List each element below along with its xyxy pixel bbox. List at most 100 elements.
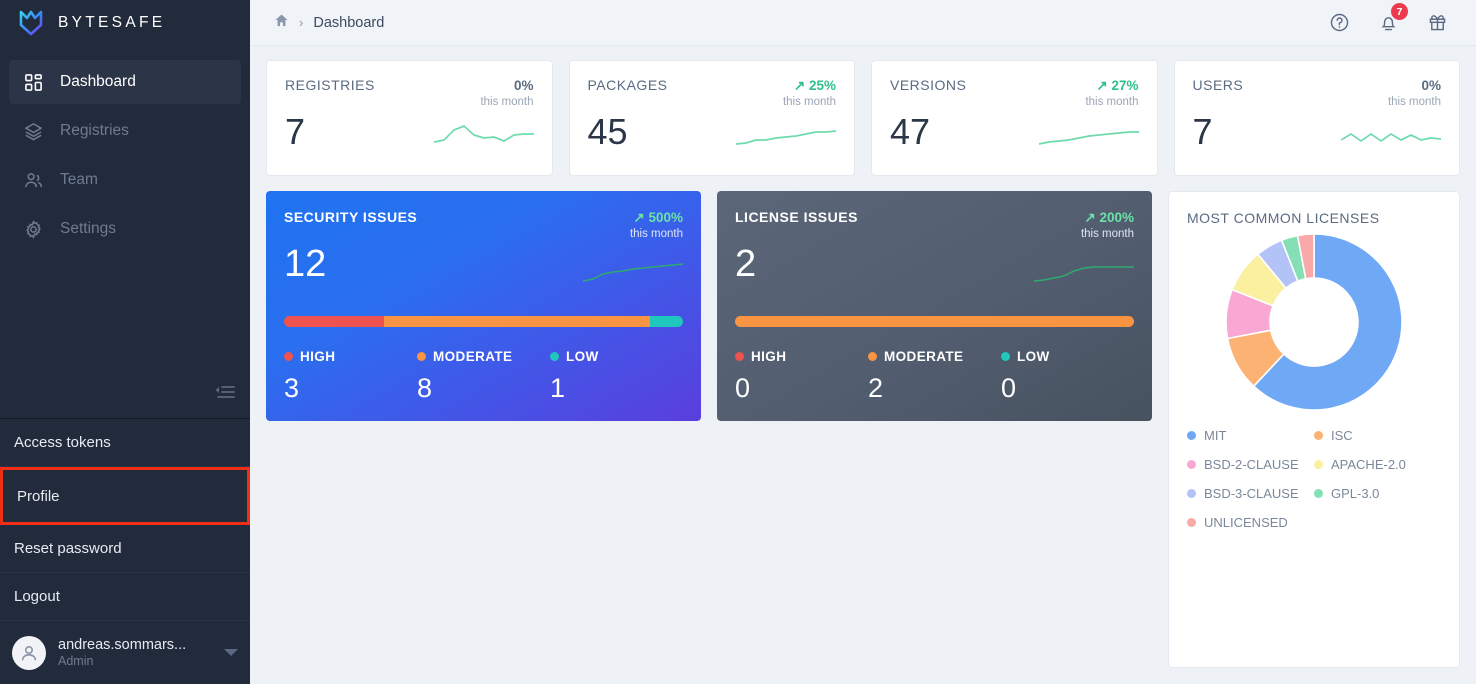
severity-bar-segment: [383, 315, 650, 327]
card-title: LICENSE ISSUES: [735, 209, 858, 225]
stat-title: VERSIONS: [890, 77, 967, 93]
severity-low: LOW 0: [1001, 349, 1134, 404]
legend-dot-icon: [1314, 431, 1323, 440]
severity-dot-icon: [284, 351, 293, 361]
person-avatar-icon: [12, 635, 46, 670]
stat-body: 7: [1193, 112, 1441, 152]
severity-count: 2: [868, 372, 884, 403]
legend-dot-icon: [1187, 518, 1196, 527]
legend-label: BSD-3-CLAUSE: [1204, 486, 1299, 501]
stat-sub: this month: [1085, 96, 1139, 108]
legend-label: UNLICENSED: [1204, 515, 1288, 530]
severity-count: 0: [735, 372, 751, 403]
stat-card-registries[interactable]: REGISTRIES 0% this month 7: [266, 60, 553, 176]
stat-pct: ↗ 27%: [1096, 78, 1139, 93]
help-circle-icon[interactable]: [1329, 12, 1350, 33]
sidebar-item-label: Team: [60, 171, 98, 188]
legend-item[interactable]: GPL-3.0: [1314, 486, 1441, 501]
brand[interactable]: BYTESAFE: [0, 0, 250, 46]
legend-label: MIT: [1204, 428, 1227, 443]
menu-item-profile[interactable]: Profile: [0, 467, 250, 525]
legend-item[interactable]: BSD-3-CLAUSE: [1187, 486, 1314, 501]
sidebar: BYTESAFE Dashboard Registries Team Setti…: [0, 0, 250, 684]
home-icon[interactable]: [274, 13, 289, 33]
sparkline-chart: [1034, 265, 1134, 282]
legend-dot-icon: [1187, 460, 1196, 469]
issue-pct: ↗ 500%: [633, 210, 683, 225]
brand-name: BYTESAFE: [58, 14, 166, 31]
bytesafe-logo-icon: [18, 10, 44, 36]
stat-sub: this month: [782, 96, 836, 108]
severity-label: MODERATE: [417, 349, 550, 364]
menu-item-label: Access tokens: [14, 434, 111, 451]
issue-delta: ↗ 500% this month: [630, 209, 683, 240]
severity-count: 0: [1001, 372, 1017, 403]
breadcrumb-separator: ›: [299, 15, 304, 30]
sidebar-item-settings[interactable]: Settings: [9, 207, 241, 251]
breadcrumb: › Dashboard: [274, 13, 384, 33]
user-role: Admin: [58, 654, 94, 668]
sidebar-item-dashboard[interactable]: Dashboard: [9, 60, 241, 104]
donut-svg: [1225, 233, 1403, 411]
sparkline-chart: [583, 262, 683, 282]
collapse-sidebar-button[interactable]: [210, 382, 240, 408]
bell-icon[interactable]: 7: [1378, 3, 1408, 33]
stat-body: 45: [587, 111, 836, 152]
stat-head: PACKAGES ↗ 25% this month: [588, 77, 837, 108]
card-title: SECURITY ISSUES: [284, 209, 418, 225]
chart-legend: MIT ISC BSD-2-CLAUSE APACHE-2.0 BSD-3-CLAUSE…: [1187, 428, 1441, 530]
account-menu: Access tokens Profile Reset password Log…: [0, 418, 250, 684]
stat-delta: 0% this month: [480, 77, 533, 108]
chevron-down-icon: [224, 649, 238, 656]
stat-card-packages[interactable]: PACKAGES ↗ 25% this month 45: [568, 60, 855, 176]
issue-delta: ↗ 200% this month: [1081, 209, 1134, 240]
menu-item-logout[interactable]: Logout: [0, 573, 250, 621]
legend-item[interactable]: UNLICENSED: [1187, 515, 1314, 530]
legend-item[interactable]: ISC: [1314, 428, 1441, 443]
legend-item[interactable]: MIT: [1187, 428, 1314, 443]
menu-item-reset-password[interactable]: Reset password: [0, 525, 250, 573]
sparkline-chart: [1038, 130, 1139, 145]
legend-label: BSD-2-CLAUSE: [1204, 457, 1299, 472]
legend-item[interactable]: APACHE-2.0: [1314, 457, 1441, 472]
license-issues-card[interactable]: LICENSE ISSUES ↗ 200% this month 2 HIGH …: [717, 191, 1152, 421]
severity-dot-icon: [550, 351, 559, 361]
sparkline-chart: [736, 129, 836, 145]
stat-body: 47: [890, 112, 1139, 152]
severity-label: MODERATE: [868, 349, 1001, 364]
severity-moderate: MODERATE 2: [868, 349, 1001, 404]
severity-label: HIGH: [735, 349, 868, 364]
main-area: › Dashboard 7 REGISTRIES 0% this month 7…: [250, 0, 1476, 684]
menu-item-label: Reset password: [14, 540, 122, 557]
legend-item[interactable]: BSD-2-CLAUSE: [1187, 457, 1314, 472]
severity-bar-segment: [649, 315, 683, 327]
severity-bar-segment: [284, 315, 384, 327]
issue-sub: this month: [629, 228, 683, 240]
sidebar-item-registries[interactable]: Registries: [9, 109, 241, 153]
page-title: Dashboard: [313, 14, 385, 31]
menu-item-access-tokens[interactable]: Access tokens: [0, 419, 250, 467]
stat-delta: ↗ 25% this month: [783, 77, 836, 108]
issues-and-licenses-row: SECURITY ISSUES ↗ 500% this month 12 HIG…: [266, 191, 1460, 668]
user-texts: andreas.sommars... Admin: [58, 637, 212, 668]
gift-icon[interactable]: [1427, 12, 1448, 33]
severity-label: HIGH: [284, 349, 417, 364]
app-root: BYTESAFE Dashboard Registries Team Setti…: [0, 0, 1476, 684]
collapse-sidebar-icon: [214, 384, 236, 407]
severity-bar-segment: [735, 315, 1134, 327]
card-title: MOST COMMON LICENSES: [1187, 210, 1380, 226]
stat-head: REGISTRIES 0% this month: [285, 77, 534, 108]
stat-body: 7: [285, 112, 534, 152]
user-account-button[interactable]: andreas.sommars... Admin: [0, 621, 250, 684]
legend-label: GPL-3.0: [1331, 486, 1380, 501]
stat-pct: ↗ 25%: [793, 78, 836, 93]
stat-card-users[interactable]: USERS 0% this month 7: [1173, 60, 1460, 176]
stat-value: 45: [587, 111, 628, 152]
severity-low: LOW 1: [550, 349, 683, 404]
stat-card-versions[interactable]: VERSIONS ↗ 27% this month 47: [871, 60, 1158, 176]
stat-head: USERS 0% this month: [1193, 77, 1442, 108]
severity-dot-icon: [735, 351, 744, 361]
security-issues-card[interactable]: SECURITY ISSUES ↗ 500% this month 12 HIG…: [266, 191, 701, 421]
sidebar-item-team[interactable]: Team: [9, 158, 241, 202]
sidebar-item-label: Settings: [60, 220, 117, 237]
